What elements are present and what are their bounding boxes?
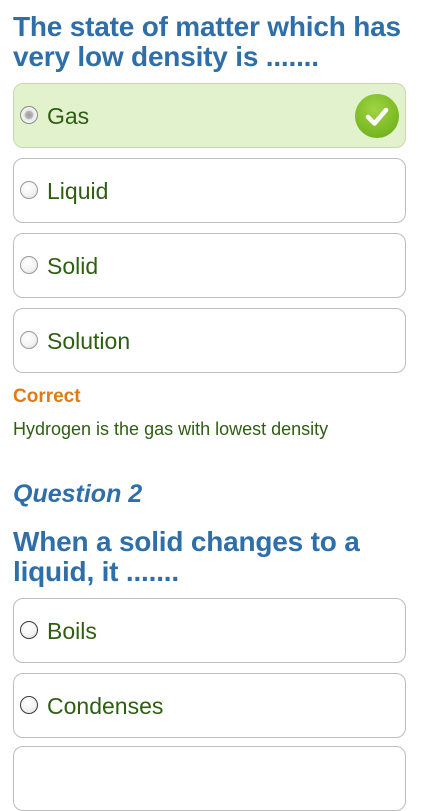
feedback-status: Correct [13,386,81,407]
answer-option-label: Condenses [47,692,164,719]
radio-button-icon[interactable] [20,620,38,639]
answer-option-solid[interactable]: Solid [13,233,406,298]
answer-option-label: Liquid [47,177,109,204]
question-2-number: Question 2 [13,480,143,508]
radio-selected-icon[interactable] [20,105,38,124]
answer-option-label: Solution [47,327,131,354]
radio-button-icon[interactable] [20,330,38,349]
radio-button-icon[interactable] [20,180,38,199]
feedback-explanation: Hydrogen is the gas with lowest density [13,419,329,439]
radio-button-icon[interactable] [20,255,38,274]
answer-option-label: Solid [47,252,99,279]
answer-option-partial[interactable] [13,746,406,811]
radio-button-icon[interactable] [20,695,38,714]
answer-option-liquid[interactable]: Liquid [13,158,406,223]
answer-option-label: Boils [47,617,97,644]
answer-option-label: Gas [47,102,90,129]
correct-check-icon [355,93,399,138]
answer-option-boils[interactable]: Boils [13,598,406,663]
answer-option-solution[interactable]: Solution [13,308,406,373]
question-2-title: When a solid changes to a liquid, it ...… [13,526,360,587]
answer-option-condenses[interactable]: Condenses [13,673,406,738]
answer-option-gas[interactable]: Gas [13,83,406,148]
question-1-title: The state of matter which has very low d… [13,11,401,72]
